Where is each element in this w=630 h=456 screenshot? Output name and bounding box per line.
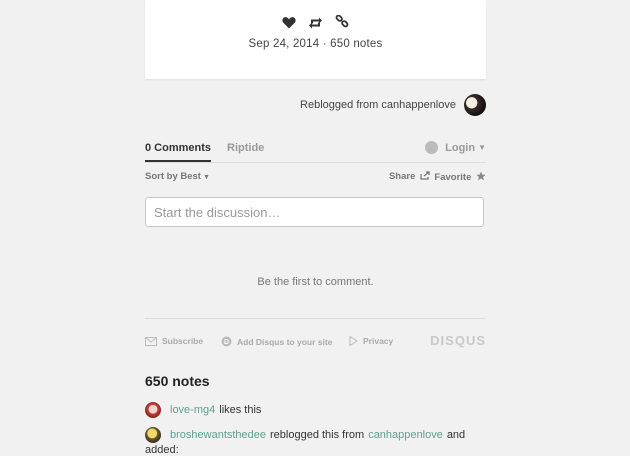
tab-riptide[interactable]: Riptide <box>227 142 264 154</box>
avatar[interactable] <box>464 94 486 116</box>
svg-text:D: D <box>224 339 229 346</box>
note-text: reblogged this from <box>270 429 365 441</box>
avatar[interactable] <box>145 402 161 418</box>
add-disqus-link[interactable]: D Add Disqus to your site <box>221 336 332 347</box>
post-actions <box>145 14 486 34</box>
disqus-logo[interactable]: DISQUS <box>430 333 486 348</box>
note-continuation: added: <box>145 444 179 456</box>
note-text: likes this <box>219 404 262 416</box>
subscribe-label: Subscribe <box>162 336 204 346</box>
login-label: Login <box>445 141 476 154</box>
note-suffix: and <box>446 429 466 441</box>
chevron-down-icon: ▼ <box>478 143 486 152</box>
heart-icon[interactable] <box>281 16 296 34</box>
notes-title: 650 notes <box>145 373 210 389</box>
comments-toolbar: Sort by Best ▼ Share Favorite <box>145 170 486 184</box>
disqus-bubble-icon <box>425 141 439 154</box>
share-button[interactable]: Share <box>389 171 430 182</box>
share-label: Share <box>388 171 416 182</box>
note-item: love-mg4 likes this <box>145 402 261 418</box>
chevron-down-icon: ▼ <box>202 174 210 181</box>
privacy-icon <box>349 336 358 346</box>
favorite-label: Favorite <box>434 172 472 183</box>
disqus-d-icon: D <box>221 336 232 347</box>
reblog-icon[interactable] <box>308 16 323 34</box>
login-dropdown[interactable]: Login ▼ <box>425 141 486 154</box>
privacy-link[interactable]: Privacy <box>349 336 393 346</box>
link-icon[interactable] <box>335 14 349 34</box>
star-icon <box>474 171 486 183</box>
sort-label: Sort by Best <box>145 171 201 182</box>
note-user-link[interactable]: broshewantsthedee <box>170 429 266 441</box>
envelope-icon <box>145 336 157 346</box>
tab-comments[interactable]: 0 Comments <box>145 142 212 162</box>
sort-dropdown[interactable]: Sort by Best ▼ <box>145 171 210 182</box>
note-item: broshewantsthedee reblogged this from ca… <box>145 427 465 443</box>
empty-comments-text: Be the first to comment. <box>257 276 374 288</box>
comments-tabs: 0 Comments Riptide Login ▼ <box>145 140 486 163</box>
avatar[interactable] <box>145 427 161 443</box>
comment-input[interactable] <box>145 197 484 227</box>
add-disqus-label: Add Disqus to your site <box>237 336 333 347</box>
disqus-footer: Subscribe D Add Disqus to your site Priv… <box>145 318 486 349</box>
note-user-link[interactable]: love-mg4 <box>170 404 215 416</box>
share-icon <box>418 171 430 182</box>
privacy-label: Privacy <box>363 336 394 346</box>
favorite-button[interactable]: Favorite <box>434 171 486 183</box>
post-card: Sep 24, 2014 · 650 notes <box>145 0 486 79</box>
post-date-notes: Sep 24, 2014 · 650 notes <box>248 38 383 50</box>
note-source-link[interactable]: canhappenlove <box>368 429 443 441</box>
reblogged-from-text[interactable]: Reblogged from canhappenlove <box>300 99 456 111</box>
subscribe-link[interactable]: Subscribe <box>145 336 203 346</box>
reblogged-from: Reblogged from canhappenlove <box>300 93 486 117</box>
